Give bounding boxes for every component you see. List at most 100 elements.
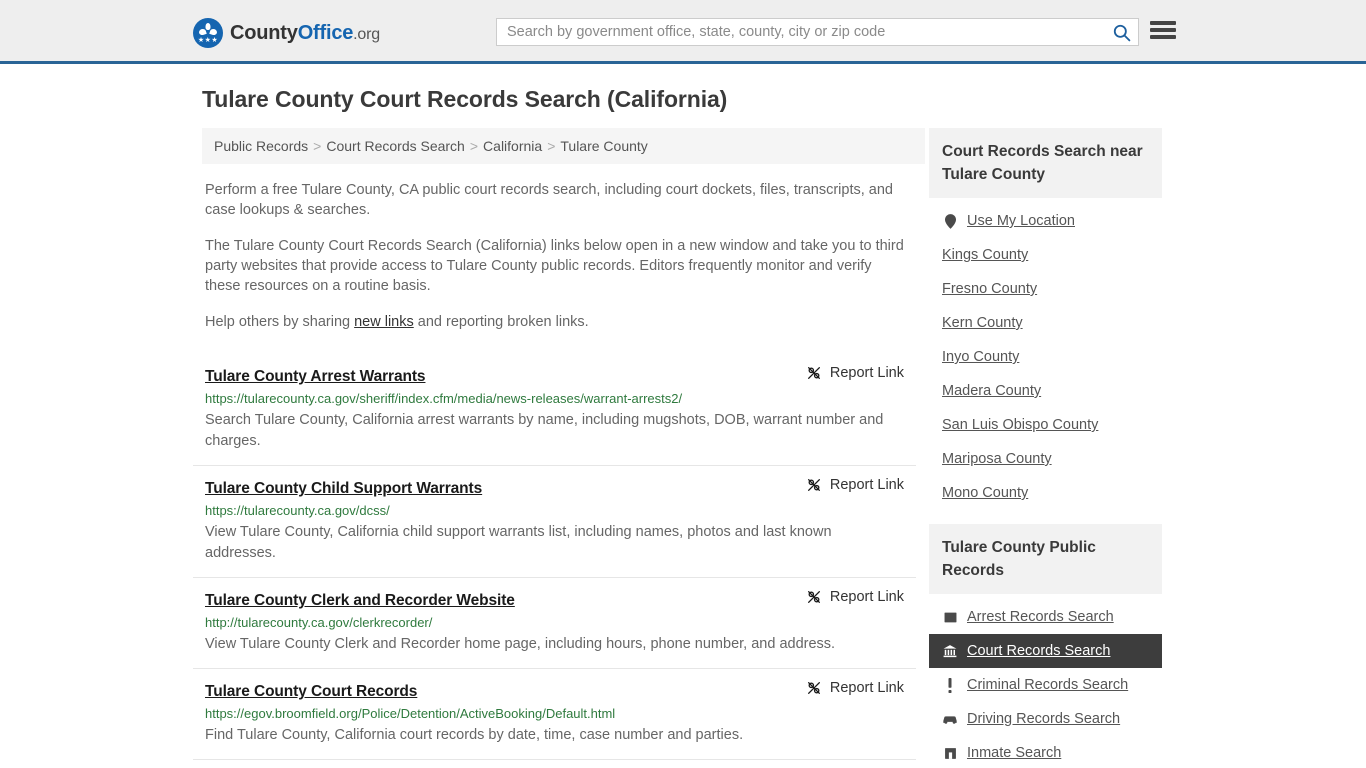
result-item: Tulare County Court Records (California)… [193,759,916,768]
breadcrumb-item-california[interactable]: California [483,138,542,154]
site-logo[interactable]: ★★★ CountyOffice.org [193,18,380,48]
result-item: Tulare County Court Records Report Link … [193,668,916,759]
breadcrumb: Public Records > Court Records Search > Cali… [202,128,925,164]
logo-wordmark: CountyOffice.org [230,22,380,45]
jail-icon [942,747,958,760]
intro-paragraph-1: Perform a free Tulare County, CA public … [205,182,893,218]
logo-text-office: Office [297,21,354,44]
result-description: Search Tulare County, California arrest … [205,412,884,449]
result-title-link[interactable]: Tulare County Clerk and Recorder Website [205,592,515,610]
result-item: Tulare County Clerk and Recorder Website… [193,577,916,668]
sidebar-link-label[interactable]: Arrest Records Search [967,609,1114,625]
breadcrumb-separator: > [469,138,479,154]
sidebar-item-inyo-county[interactable]: Inyo County [929,340,1162,374]
exclamation-icon [942,677,958,693]
report-link-button[interactable]: Report Link [786,589,904,605]
sidebar-link-label[interactable]: Use My Location [967,213,1075,229]
eagle-head-icon [205,23,211,30]
hamburger-bar [1150,28,1176,32]
intro-paragraph-2: The Tulare County Court Records Search (… [205,238,904,294]
main-content: Public Records > Court Records Search > Cali… [193,128,925,768]
sidebar-link-label[interactable]: Inyo County [942,349,1019,365]
sidebar-link-label[interactable]: Fresno County [942,281,1037,297]
sidebar-item-madera-county[interactable]: Madera County [929,374,1162,408]
search-submit-button[interactable] [1104,19,1138,45]
broken-link-icon [807,682,820,694]
sidebar-item-inmate-search[interactable]: Inmate Search [929,736,1162,768]
result-item: Tulare County Child Support Warrants Rep… [193,465,916,577]
result-url: https://egov.broomfield.org/Police/Deten… [205,706,616,721]
public-records-heading: Tulare County Public Records [929,524,1162,594]
logo-stars: ★★★ [197,36,219,44]
map-pin-icon [942,213,958,229]
result-description: Find Tulare County, California court rec… [205,727,744,743]
hamburger-menu-icon[interactable] [1150,19,1176,41]
report-link-button[interactable]: Report Link [786,477,904,493]
result-header: Tulare County Child Support Warrants Rep… [205,477,904,498]
sidebar-link-label[interactable]: Driving Records Search [967,711,1120,727]
sidebar-link-label[interactable]: Mariposa County [942,451,1052,467]
result-description: View Tulare County Clerk and Recorder ho… [205,636,836,652]
breadcrumb-item-tulare-county: Tulare County [560,138,648,154]
hamburger-bar [1150,21,1176,25]
result-title-link[interactable]: Tulare County Arrest Warrants [205,368,426,386]
hamburger-bar [1150,35,1176,39]
sidebar: Court Records Search near Tulare County … [929,128,1162,768]
report-link-button[interactable]: Report Link [786,365,904,381]
new-links-link[interactable]: new links [354,314,414,330]
sidebar-item-use-my-location[interactable]: Use My Location [929,204,1162,238]
sidebar-link-label[interactable]: San Luis Obispo County [942,417,1098,433]
intro-paragraph-3: Help others by sharing new links and rep… [205,312,904,332]
nearby-search-heading: Court Records Search near Tulare County [929,128,1162,198]
logo-text-county: County [230,21,298,44]
result-title-link[interactable]: Tulare County Court Records [205,683,417,701]
fingerprint-card-icon [942,611,958,624]
breadcrumb-separator: > [313,138,322,154]
breadcrumb-item-public-records[interactable]: Public Records [214,138,308,154]
result-title-link[interactable]: Tulare County Child Support Warrants [205,480,482,498]
sidebar-link-label[interactable]: Inmate Search [967,745,1061,761]
sidebar-item-arrest-records-search[interactable]: Arrest Records Search [929,600,1162,634]
sidebar-item-san-luis-obispo-county[interactable]: San Luis Obispo County [929,408,1162,442]
result-url: http://tularecounty.ca.gov/clerkrecorder… [205,615,433,630]
broken-link-icon [807,367,820,379]
sidebar-link-label[interactable]: Kings County [942,247,1028,263]
sidebar-item-mariposa-county[interactable]: Mariposa County [929,442,1162,476]
report-link-label: Report Link [829,589,904,605]
report-link-button[interactable]: Report Link [786,680,904,696]
page-title: Tulare County Court Records Search (Cali… [202,86,728,112]
report-link-label: Report Link [829,680,904,696]
search-input[interactable] [497,19,1104,45]
result-list: Tulare County Arrest Warrants Report Lin… [193,354,916,768]
result-url: https://tularecounty.ca.gov/dcss/ [205,503,390,518]
sidebar-link-label[interactable]: Kern County [942,315,1023,331]
sidebar-link-label[interactable]: Court Records Search [967,643,1110,659]
broken-link-icon [807,591,820,603]
sidebar-item-driving-records-search[interactable]: Driving Records Search [929,702,1162,736]
public-records-box: Tulare County Public Records Arrest Reco… [929,524,1162,768]
sidebar-item-mono-county[interactable]: Mono County [929,476,1162,510]
intro-section: Perform a free Tulare County, CA public … [193,180,916,332]
intro-text-before-link: Help others by sharing [205,314,355,330]
result-url: https://tularecounty.ca.gov/sheriff/inde… [205,391,683,406]
sidebar-item-kern-county[interactable]: Kern County [929,306,1162,340]
county-office-seal-icon: ★★★ [193,18,223,48]
page-body: Tulare County Court Records Search (Cali… [0,64,1366,768]
intro-text-after-link: and reporting broken links. [413,314,589,330]
sidebar-link-label[interactable]: Madera County [942,383,1041,399]
result-header: Tulare County Clerk and Recorder Website… [205,589,904,610]
sidebar-item-fresno-county[interactable]: Fresno County [929,272,1162,306]
search-icon [1113,24,1130,41]
sidebar-item-court-records-search[interactable]: Court Records Search [929,634,1162,668]
sidebar-item-criminal-records-search[interactable]: Criminal Records Search [929,668,1162,702]
public-records-list: Arrest Records Search Court Records Sear… [929,594,1162,768]
car-icon [942,714,958,725]
result-header: Tulare County Arrest Warrants Report Lin… [205,365,904,386]
broken-link-icon [807,479,820,491]
search-bar[interactable] [496,18,1139,46]
sidebar-link-label[interactable]: Criminal Records Search [967,677,1128,693]
sidebar-item-kings-county[interactable]: Kings County [929,238,1162,272]
result-description: View Tulare County, California child sup… [205,524,832,561]
breadcrumb-item-court-records-search[interactable]: Court Records Search [326,138,465,154]
sidebar-link-label[interactable]: Mono County [942,485,1028,501]
